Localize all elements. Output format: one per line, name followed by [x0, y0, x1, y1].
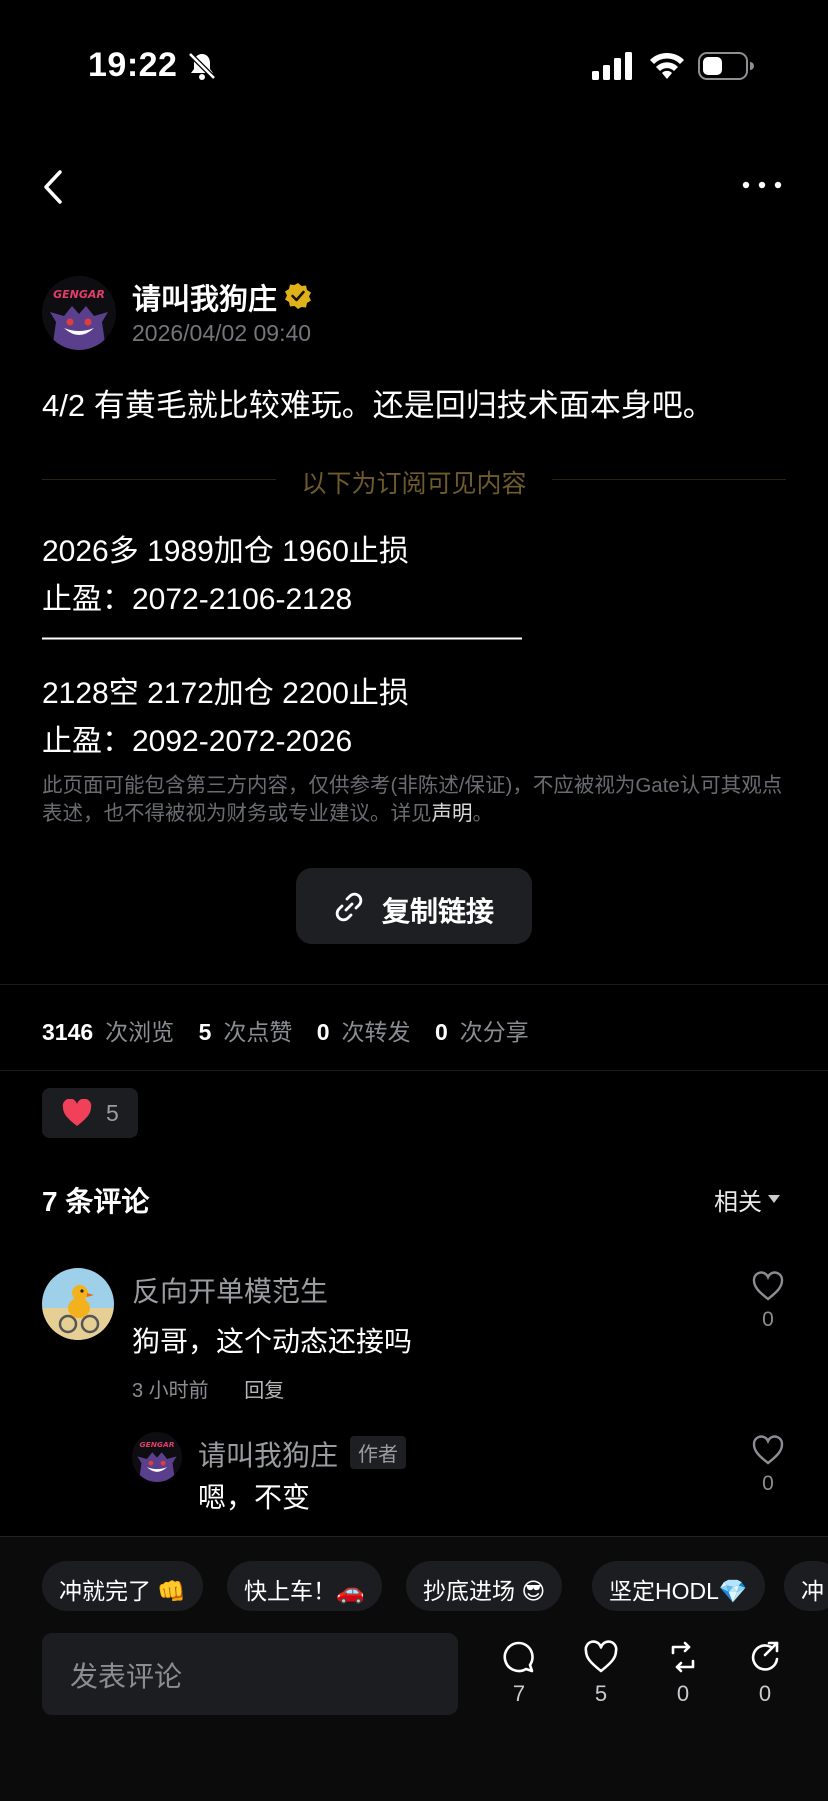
trade-line-short: 2128空 2172加仓 2200止损	[42, 677, 409, 710]
comment-time: 3 小时前	[132, 1380, 209, 1402]
likes-label: 次点赞	[223, 1019, 293, 1045]
subscriber-content-divider: 以下为订阅可见内容	[42, 464, 786, 498]
quick-reply-chip[interactable]: 冲	[784, 1561, 828, 1611]
reply-author-name[interactable]: 请叫我狗庄	[198, 1434, 338, 1474]
copy-link-button[interactable]: 复制链接	[296, 868, 532, 944]
status-bar: 19:22	[0, 0, 828, 130]
copy-link-label: 复制链接	[382, 896, 495, 927]
shares-count: 0	[434, 1019, 448, 1045]
back-arrow-icon[interactable]	[36, 166, 72, 208]
likes-count: 5	[198, 1019, 212, 1045]
comments-title: 7 条评论	[42, 1186, 150, 1217]
comments-action[interactable]: 7	[494, 1639, 544, 1707]
verified-badge-icon	[285, 283, 311, 309]
comment-sort-dropdown[interactable]: 相关	[714, 1182, 762, 1217]
share-action-count: 0	[758, 1681, 772, 1706]
gengar-avatar-image: GENGAR	[42, 276, 116, 350]
disclaimer: 此页面可能包含第三方内容，仅供参考(非陈述/保证)，不应被视为Gate认可其观点…	[42, 772, 792, 828]
commenter-name[interactable]: 反向开单模范生	[132, 1270, 328, 1310]
section-divider	[0, 984, 828, 985]
reply-text: 嗯，不变	[198, 1482, 311, 1513]
disclaimer-end: 。	[472, 802, 494, 825]
author-tag: 作者	[350, 1436, 406, 1469]
link-icon	[335, 892, 363, 922]
disclaimer-text: 此页面可能包含第三方内容，仅供参考(非陈述/保证)，不应被视为Gate认可其观点…	[42, 774, 783, 825]
repost-action[interactable]: 0	[658, 1639, 708, 1707]
share-action[interactable]: 0	[740, 1639, 790, 1707]
subscriber-only-label: 以下为订阅可见内容	[301, 470, 527, 498]
reposts-label: 次转发	[341, 1019, 411, 1045]
svg-text:GENGAR: GENGAR	[140, 1440, 175, 1449]
heart-icon	[62, 1099, 92, 1126]
repost-action-count: 0	[676, 1681, 690, 1706]
trade-line-long: 2026多 1989加仓 1960止损	[42, 535, 409, 568]
like-action-count: 5	[594, 1681, 608, 1706]
author-name[interactable]: 请叫我狗庄	[132, 276, 277, 318]
quick-reply-chip[interactable]: 快上车！🚗	[227, 1561, 382, 1611]
reposts-count: 0	[316, 1019, 330, 1045]
duck-avatar-image	[42, 1268, 114, 1340]
signal-icon	[592, 52, 632, 80]
trade-line-short-tp: 止盈：2092-2072-2026	[42, 725, 353, 758]
share-icon	[751, 1641, 779, 1671]
comment-like-icon[interactable]	[751, 1270, 785, 1302]
bell-off-icon	[188, 52, 216, 80]
comment-like-count: 0	[762, 1308, 774, 1331]
bottom-comment-panel: 冲就完了 👊 快上车！🚗 抄底进场 😎 坚定HODL💎 冲 发表评论 7 5 0	[0, 1536, 828, 1801]
post-stats: 3146 次浏览 5 次点赞 0 次转发 0 次分享	[42, 1013, 547, 1047]
heart-outline-icon	[584, 1640, 618, 1673]
reply-like-icon[interactable]	[751, 1434, 785, 1466]
heart-reaction-chip[interactable]: 5	[42, 1088, 138, 1138]
shares-label: 次分享	[459, 1019, 529, 1045]
repost-icon	[671, 1641, 695, 1673]
views-count: 3146	[42, 1019, 94, 1045]
reply-like-count: 0	[762, 1472, 774, 1495]
author-avatar[interactable]: GENGAR	[42, 276, 116, 350]
quick-reply-chip[interactable]: 抄底进场 😎	[406, 1561, 563, 1611]
comment-input-placeholder: 发表评论	[70, 1661, 183, 1692]
comment-text: 狗哥，这个动态还接吗	[132, 1326, 413, 1357]
heart-reaction-count: 5	[106, 1100, 119, 1126]
gengar-avatar-image: GENGAR	[132, 1432, 182, 1482]
commenter-avatar[interactable]	[42, 1268, 114, 1340]
battery-icon	[698, 52, 754, 80]
post-body-text: 4/2 有黄毛就比较难玩。还是回归技术面本身吧。	[42, 388, 714, 423]
views-label: 次浏览	[105, 1019, 175, 1045]
reply-button[interactable]: 回复	[244, 1380, 284, 1402]
quick-reply-chip[interactable]: 坚定HODL💎	[592, 1561, 765, 1611]
comment-meta: 3 小时前 回复	[132, 1374, 284, 1403]
trade-separator: ————————————————	[42, 620, 522, 653]
like-action[interactable]: 5	[576, 1639, 626, 1707]
reply-author-avatar[interactable]: GENGAR	[132, 1432, 182, 1482]
trade-line-long-tp: 止盈：2072-2106-2128	[42, 583, 353, 616]
comment-bubble-icon	[503, 1641, 534, 1673]
disclaimer-statement-link[interactable]: 声明	[432, 802, 473, 825]
status-time: 19:22	[88, 46, 178, 84]
section-divider	[0, 1070, 828, 1071]
caret-down-icon[interactable]	[768, 1195, 780, 1203]
wifi-icon	[650, 52, 684, 79]
comment-input[interactable]: 发表评论	[42, 1633, 458, 1715]
comments-action-count: 7	[512, 1681, 526, 1706]
post-date: 2026/04/02 09:40	[132, 320, 312, 346]
more-options-icon[interactable]	[740, 170, 784, 200]
quick-reply-chip[interactable]: 冲就完了 👊	[42, 1561, 204, 1611]
svg-text:GENGAR: GENGAR	[53, 288, 105, 301]
